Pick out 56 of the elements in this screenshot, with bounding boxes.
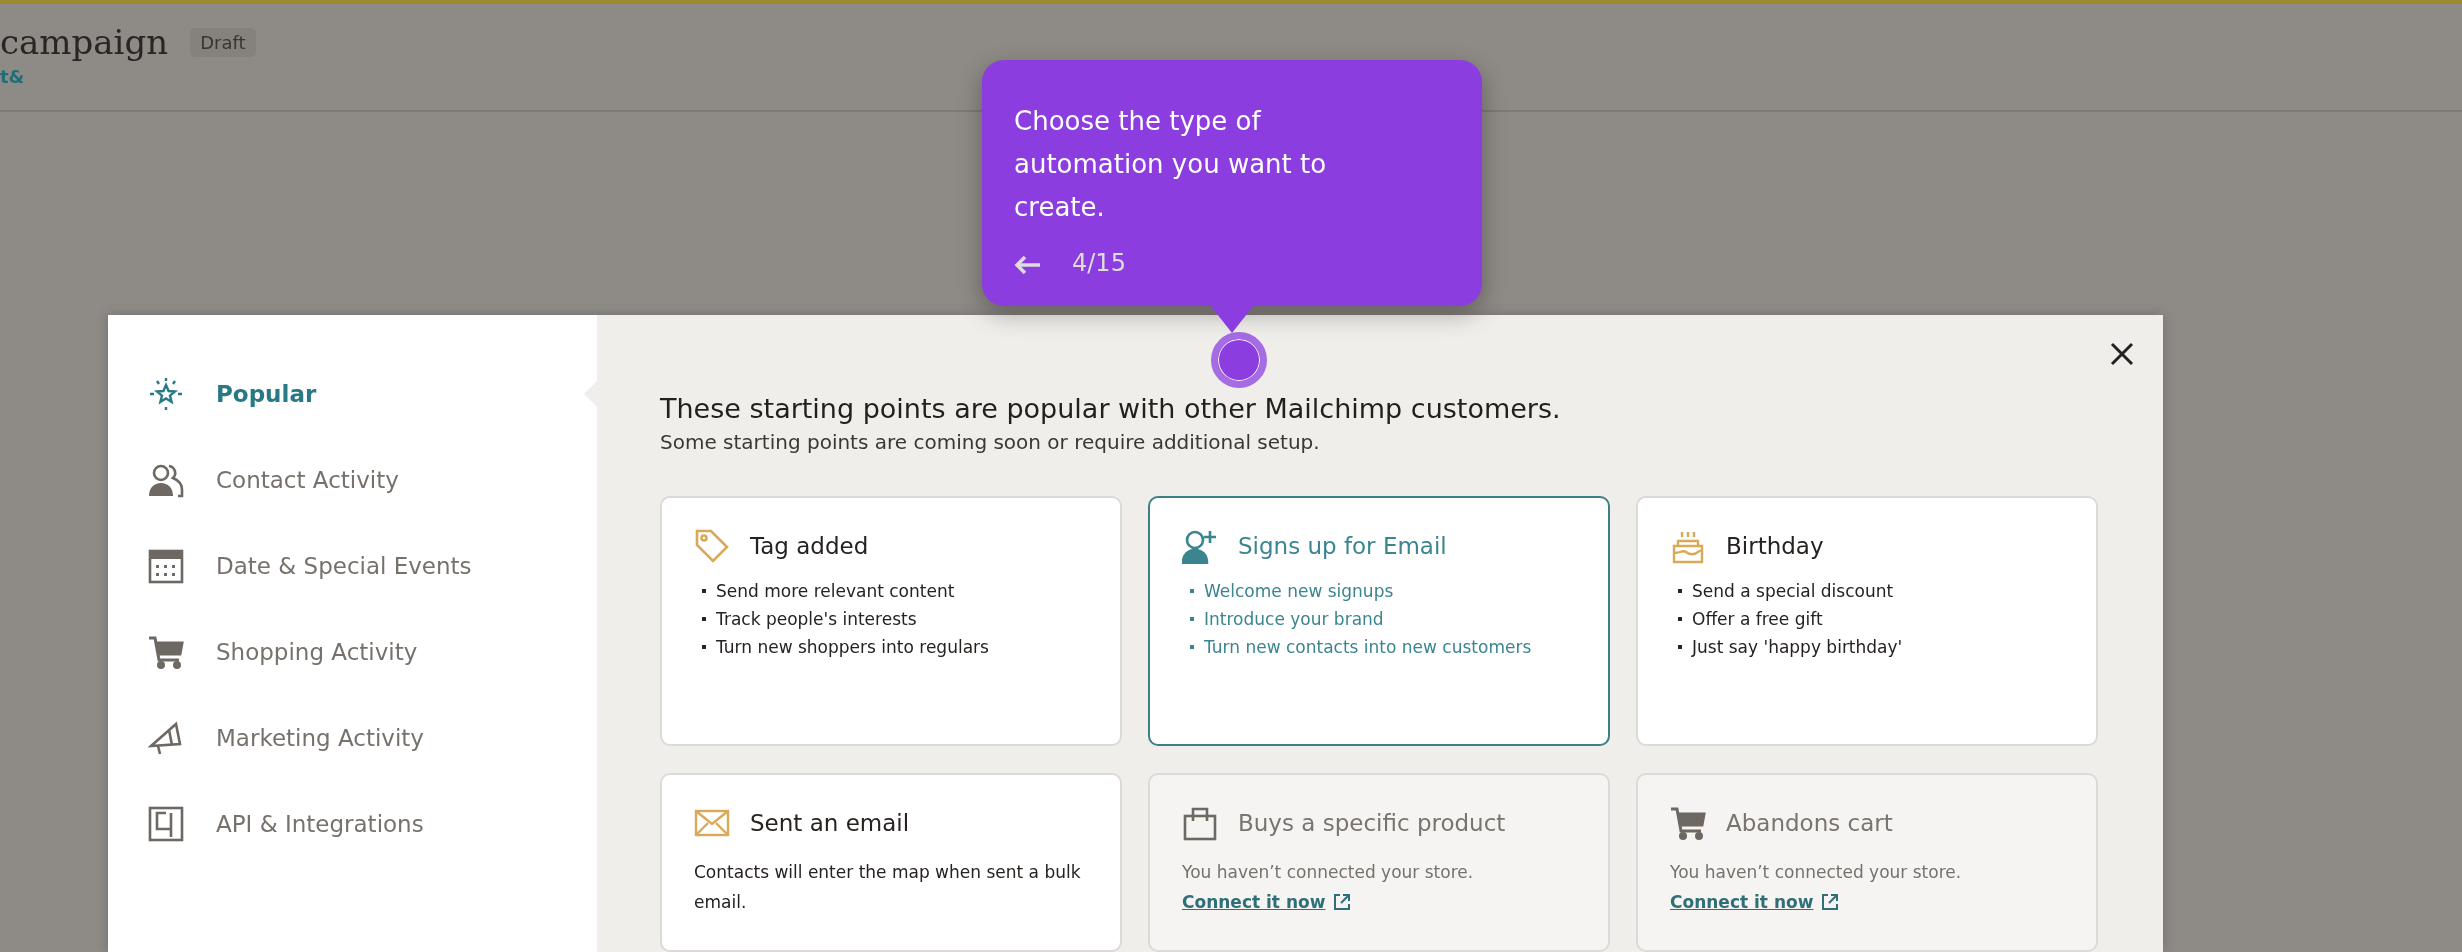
sparkle-icon [148,376,184,412]
back-arrow-icon[interactable] [1014,253,1042,273]
calendar-icon [148,548,184,584]
automation-card[interactable]: Sent an email Contacts will enter the map when sent a bulk email. [660,773,1122,952]
bullet-text: Track people's interests [716,608,917,630]
automation-card[interactable]: Signs up for Email Welcome new signups Introduce your brand Turn new contacts into new customers [1148,496,1610,746]
automation-card[interactable]: Birthday Send a special discount Offer a free gift Just say 'happy birthday' [1636,496,2098,746]
bullet-text: Welcome new signups [1204,580,1394,602]
card-description: You haven’t connected your store. Connect it now [1182,857,1576,917]
bullet-text: Turn new shoppers into regulars [716,636,989,658]
card-description: Contacts will enter the map when sent a bulk email. [694,861,1082,914]
card-title: Buys a specific product [1238,810,1506,836]
external-link-icon [1821,893,1840,911]
bullet-icon [1190,589,1194,593]
step-counter: 4/15 [1072,249,1126,277]
bullet-text: Introduce your brand [1204,608,1384,630]
bag-icon [1182,805,1218,841]
bullet-icon [702,645,706,649]
card-description: You haven’t connected your store. Connect it now [1670,857,2064,917]
automation-card[interactable]: Tag added Send more relevant content Track people's interests Turn new shoppers into regulars [660,496,1122,746]
bullet-text: Send more relevant content [716,580,955,602]
plug-icon [148,806,184,842]
bullet-icon [702,617,706,621]
section-heading: These starting points are popular with other Mailchimp customers. [660,393,1562,424]
sidebar-item[interactable]: Contact Activity [108,437,597,523]
bullet-icon [702,589,706,593]
bullet-text: Send a special discount [1692,580,1894,602]
bullet-icon [1190,617,1194,621]
campaign-title: campaign [0,21,169,64]
sidebar-item[interactable]: Shopping Activity [108,609,597,695]
bullet-icon [1190,645,1194,649]
bullet-text: Just say 'happy birthday' [1692,636,1903,658]
status-badge: Draft [190,27,256,57]
sidebar-item[interactable]: API & Integrations [108,781,597,867]
people-icon [148,462,184,498]
sidebar-item[interactable]: Date & Special Events [108,523,597,609]
card-title: Birthday [1726,533,1824,559]
sidebar-item[interactable]: Marketing Activity [108,695,597,781]
bullet-icon [1678,589,1682,593]
external-link-icon [1333,893,1352,911]
cart-icon [1670,805,1706,841]
bullet-text: Offer a free gift [1692,608,1823,630]
section-subheading: Some starting points are coming soon or require additional setup. [660,430,1321,454]
cart-icon [148,634,184,670]
tag-icon [694,528,730,564]
card-title: Tag added [750,533,869,559]
bullet-text: Turn new contacts into new customers [1204,636,1532,658]
bullet-icon [1678,645,1682,649]
card-title: Abandons cart [1726,810,1893,836]
card-title: Signs up for Email [1238,533,1447,559]
person-plus-icon [1182,528,1218,564]
bullet-icon [1678,617,1682,621]
megaphone-icon [148,720,184,756]
card-title: Sent an email [750,810,910,836]
tooltip-text: Choose the type of automation you want to create. [1014,105,1328,224]
sidebar-item[interactable]: Popular [108,351,597,437]
